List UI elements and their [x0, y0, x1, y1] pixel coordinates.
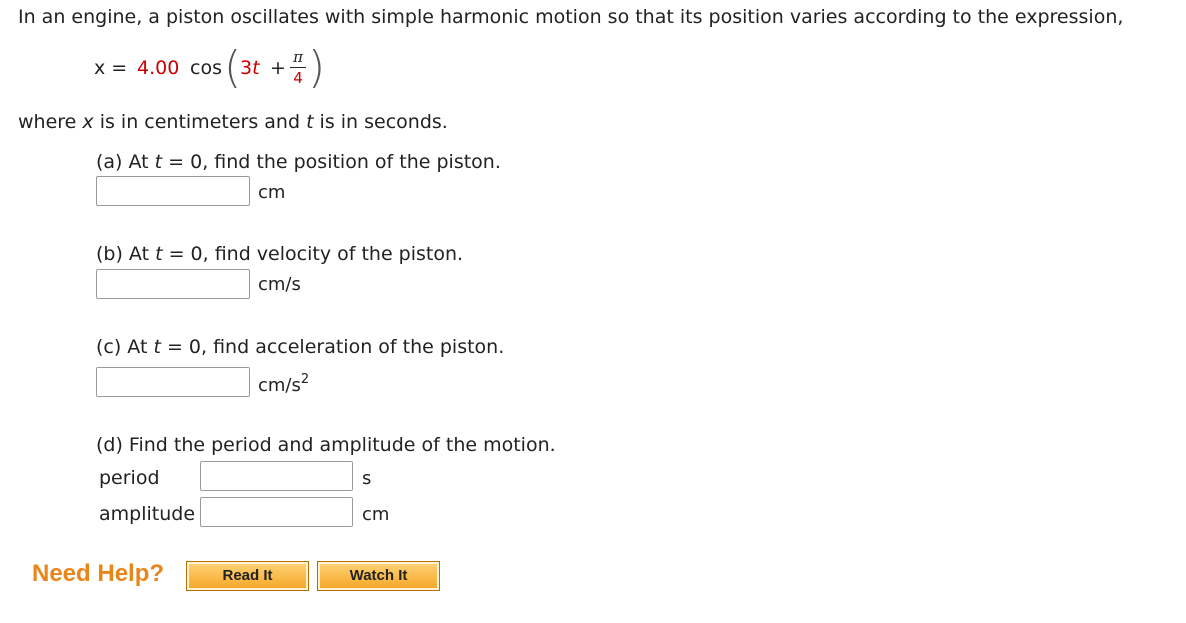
unit-a: cm: [258, 182, 286, 203]
amplitude-input[interactable]: [200, 497, 353, 527]
amplitude-label: amplitude: [99, 503, 196, 525]
period-input[interactable]: [200, 461, 353, 491]
equation-coefficient: 4.00: [137, 57, 180, 79]
equation-function: cos: [190, 57, 222, 79]
amplitude-unit: cm: [362, 504, 390, 525]
problem-intro: In an engine, a piston oscillates with s…: [18, 6, 1124, 28]
equation-lhs: x =: [94, 57, 128, 79]
question-b: (b) At t = 0, find velocity of the pisto…: [96, 243, 464, 265]
equation-plus: +: [270, 57, 286, 79]
left-paren: (: [224, 42, 242, 93]
answer-b-input[interactable]: [96, 269, 250, 299]
question-a: (a) At t = 0, find the position of the p…: [96, 151, 501, 173]
right-paren: ): [308, 42, 326, 93]
period-unit: s: [362, 468, 372, 489]
period-label: period: [99, 467, 160, 489]
need-help-label: Need Help?: [32, 560, 165, 587]
unit-c: cm/s2: [258, 372, 310, 396]
equation-fraction: π 4: [290, 48, 306, 87]
fraction-numerator: π: [293, 48, 303, 66]
unit-b: cm/s: [258, 274, 301, 295]
question-c: (c) At t = 0, find acceleration of the p…: [96, 336, 505, 358]
fraction-denominator: 4: [293, 69, 303, 87]
question-d: (d) Find the period and amplitude of the…: [96, 434, 556, 456]
watch-it-button[interactable]: Watch It: [317, 561, 440, 591]
answer-c-input[interactable]: [96, 367, 250, 397]
variable-definitions: where x is in centimeters and t is in se…: [18, 111, 448, 133]
answer-a-input[interactable]: [96, 176, 250, 206]
fraction-bar: [290, 67, 306, 68]
equation-argument: 3t: [240, 57, 260, 79]
read-it-button[interactable]: Read It: [186, 561, 309, 591]
